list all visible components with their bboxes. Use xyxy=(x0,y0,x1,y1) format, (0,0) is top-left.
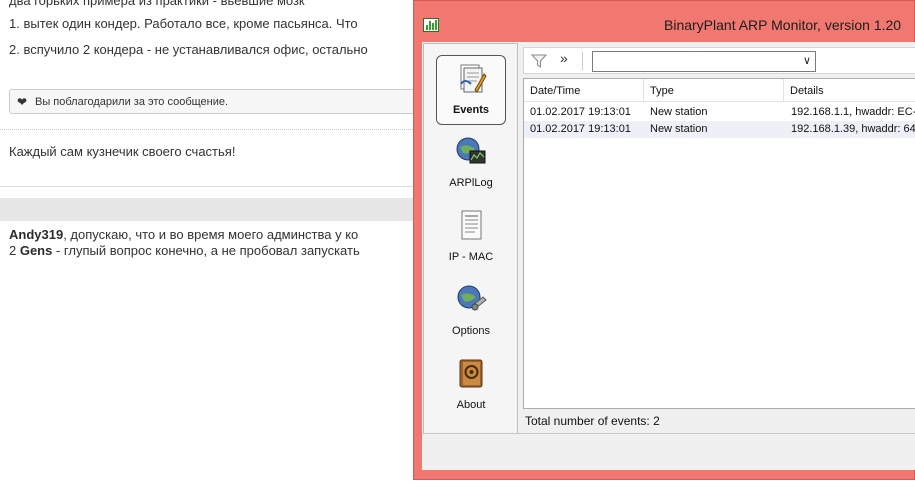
nav-panel: Events ARPlLog IP - MAC Options About xyxy=(423,43,518,434)
arp-log-icon xyxy=(456,137,486,164)
cell-datetime: 01.02.2017 19:13:01 xyxy=(530,106,631,118)
toolbar-separator xyxy=(582,52,583,70)
cell-datetime: 01.02.2017 19:13:01 xyxy=(530,123,631,135)
cell-details: 192.168.1.1, hwaddr: EC- xyxy=(791,106,915,118)
nav-label-ip-mac: IP - MAC xyxy=(448,251,494,263)
nav-item-events[interactable]: Events xyxy=(436,55,506,125)
reply-text: , допускаю, что и во время моего админст… xyxy=(63,227,359,242)
column-header-details[interactable]: Details xyxy=(790,85,824,97)
nav-item-ip-mac[interactable]: IP - MAC xyxy=(436,203,506,273)
reply-line-2: 2 Gens - глупый вопрос конечно, а не про… xyxy=(9,243,360,258)
events-table[interactable]: Date/Time Type Details 01.02.2017 19:13:… xyxy=(523,78,915,409)
post-line-1: 1. вытек один кондер. Работало все, кром… xyxy=(9,16,358,31)
options-icon xyxy=(457,285,487,311)
ip-mac-icon xyxy=(461,210,482,240)
cell-type: New station xyxy=(650,123,708,135)
nav-item-options[interactable]: Options xyxy=(436,277,506,347)
post-header-band xyxy=(0,198,413,221)
filter-icon[interactable] xyxy=(531,53,547,69)
signature: Каждый сам кузнечик своего счастья! xyxy=(9,144,236,159)
nav-label-events: Events xyxy=(452,104,490,116)
divider xyxy=(0,129,413,130)
nav-label-about: About xyxy=(456,399,486,411)
column-header-datetime[interactable]: Date/Time xyxy=(530,85,580,97)
about-icon xyxy=(459,359,483,388)
events-icon xyxy=(460,64,487,93)
app-icon xyxy=(423,18,439,32)
thanks-box: ❤ Вы поблагодарили за это сообщение. xyxy=(9,89,429,114)
nav-label-arp-log: ARPlLog xyxy=(449,177,493,189)
window-client: Events ARPlLog IP - MAC Options About » … xyxy=(422,42,915,470)
toolbar: » ∨ xyxy=(523,47,915,74)
nav-item-about[interactable]: About xyxy=(436,351,506,421)
nav-label-options: Options xyxy=(452,325,490,337)
cell-type: New station xyxy=(650,106,708,118)
thanks-text: Вы поблагодарили за это сообщение. xyxy=(35,96,229,108)
username-link[interactable]: Andy319 xyxy=(9,227,63,242)
table-header: Date/Time Type Details xyxy=(524,79,915,102)
status-bar: Total number of events: 2 xyxy=(525,414,660,428)
username-link[interactable]: Gens xyxy=(20,243,53,258)
column-header-type[interactable]: Type xyxy=(650,85,674,97)
window-title: BinaryPlant ARP Monitor, version 1.20 xyxy=(664,17,902,33)
column-separator[interactable] xyxy=(643,79,644,102)
cell-details: 192.168.1.39, hwaddr: 64 xyxy=(791,123,915,135)
toolbar-more-button[interactable]: » xyxy=(560,50,568,66)
chevron-down-icon: ∨ xyxy=(802,55,811,67)
table-row[interactable]: 01.02.2017 19:13:01 New station 192.168.… xyxy=(524,104,915,121)
table-row[interactable]: 01.02.2017 19:13:01 New station 192.168.… xyxy=(524,121,915,138)
reply-text: - глупый вопрос конечно, а не пробовал з… xyxy=(52,243,360,258)
reply-line-1: Andy319, допускаю, что и во время моего … xyxy=(9,227,358,242)
divider xyxy=(0,186,413,187)
divider xyxy=(422,433,915,434)
heart-icon: ❤ xyxy=(17,95,28,109)
column-separator[interactable] xyxy=(783,79,784,102)
post-line-2: 2. вспучило 2 кондера - не устанавливалс… xyxy=(9,42,368,57)
post-line-top: два горьких примера из практики - вьевши… xyxy=(9,0,305,8)
nav-item-arp-log[interactable]: ARPlLog xyxy=(436,129,506,199)
reply-prefix: 2 xyxy=(9,243,20,258)
filter-select[interactable]: ∨ xyxy=(592,51,816,72)
arp-monitor-window[interactable]: BinaryPlant ARP Monitor, version 1.20 Ev… xyxy=(413,0,915,480)
